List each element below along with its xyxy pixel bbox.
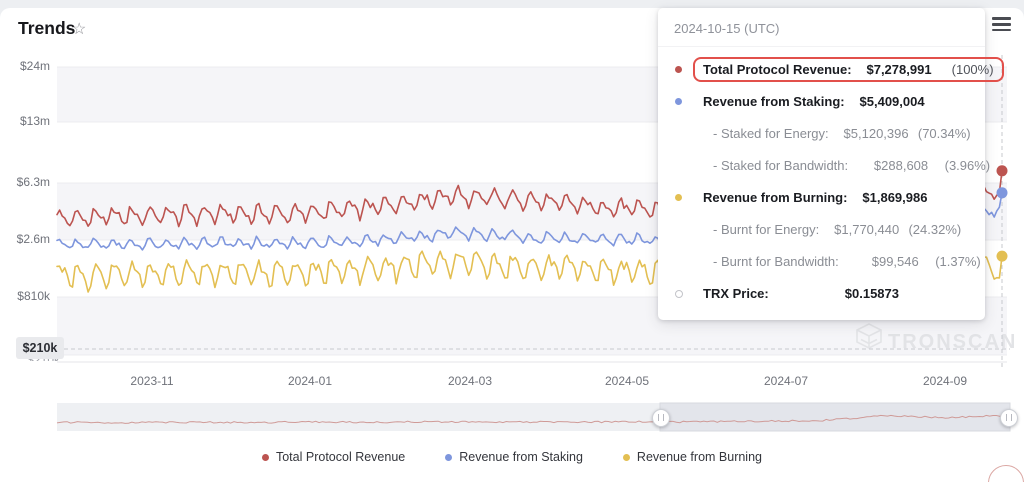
legend-item-burning[interactable]: Revenue from Burning [623, 450, 762, 464]
tooltip-row-burnt-energy: - Burnt for Energy: $1,770,440(24.32%) [672, 217, 971, 242]
total-series-dot [675, 66, 682, 73]
y-tick-13m: $13m [0, 114, 50, 128]
x-tick: 2023-11 [130, 374, 173, 388]
legend-item-total[interactable]: Total Protocol Revenue [262, 450, 405, 464]
x-tick: 2024-03 [448, 374, 492, 388]
axis-pointer-label: $210k [16, 337, 64, 359]
x-tick: 2024-09 [923, 374, 967, 388]
y-tick-810k: $810k [0, 289, 50, 303]
trends-card: TRONSCAN Trends ☆ $24m $13m $6.3m $2.6m … [0, 8, 1024, 482]
datazoom-window[interactable] [660, 403, 1010, 431]
legend-dot-burning [623, 454, 630, 461]
datazoom-left-handle[interactable] [652, 409, 670, 427]
burning-series-dot [675, 194, 682, 201]
y-tick-24m: $24m [0, 59, 50, 73]
chart-legend: Total Protocol Revenue Revenue from Stak… [0, 450, 1024, 464]
tooltip-row-total: Total Protocol Revenue: $7,278,991(100%) [672, 57, 971, 82]
legend-item-staking[interactable]: Revenue from Staking [445, 450, 583, 464]
x-tick: 2024-05 [605, 374, 649, 388]
tooltip-row-staked-bandwidth: - Staked for Bandwidth: $288,608(3.96%) [672, 153, 971, 178]
tooltip-row-burnt-bandwidth: - Burnt for Bandwidth: $99,546(1.37%) [672, 249, 971, 274]
trx-price-dot [675, 290, 683, 298]
chart-tooltip: 2024-10-15 (UTC) Total Protocol Revenue:… [658, 8, 985, 320]
staking-series-dot [675, 98, 682, 105]
x-tick: 2024-07 [764, 374, 808, 388]
trends-page: TRONSCAN Trends ☆ $24m $13m $6.3m $2.6m … [0, 0, 1024, 482]
tooltip-body: Total Protocol Revenue: $7,278,991(100%)… [658, 47, 985, 320]
y-tick-2m: $2.6m [0, 232, 50, 246]
legend-dot-total [262, 454, 269, 461]
x-tick: 2024-01 [288, 374, 332, 388]
tooltip-row-staking: Revenue from Staking: $5,409,004 [672, 89, 971, 114]
y-tick-6m: $6.3m [0, 175, 50, 189]
tooltip-row-trx-price: TRX Price: $0.15873 [672, 281, 971, 306]
datazoom-right-handle[interactable] [1000, 409, 1018, 427]
tooltip-highlight-box: Total Protocol Revenue: $7,278,991(100%) [693, 57, 1004, 82]
legend-dot-staking [445, 454, 452, 461]
tooltip-row-staked-energy: - Staked for Energy: $5,120,396(70.34%) [672, 121, 971, 146]
tooltip-row-burning: Revenue from Burning: $1,869,986 [672, 185, 971, 210]
tooltip-date: 2024-10-15 (UTC) [658, 8, 985, 47]
